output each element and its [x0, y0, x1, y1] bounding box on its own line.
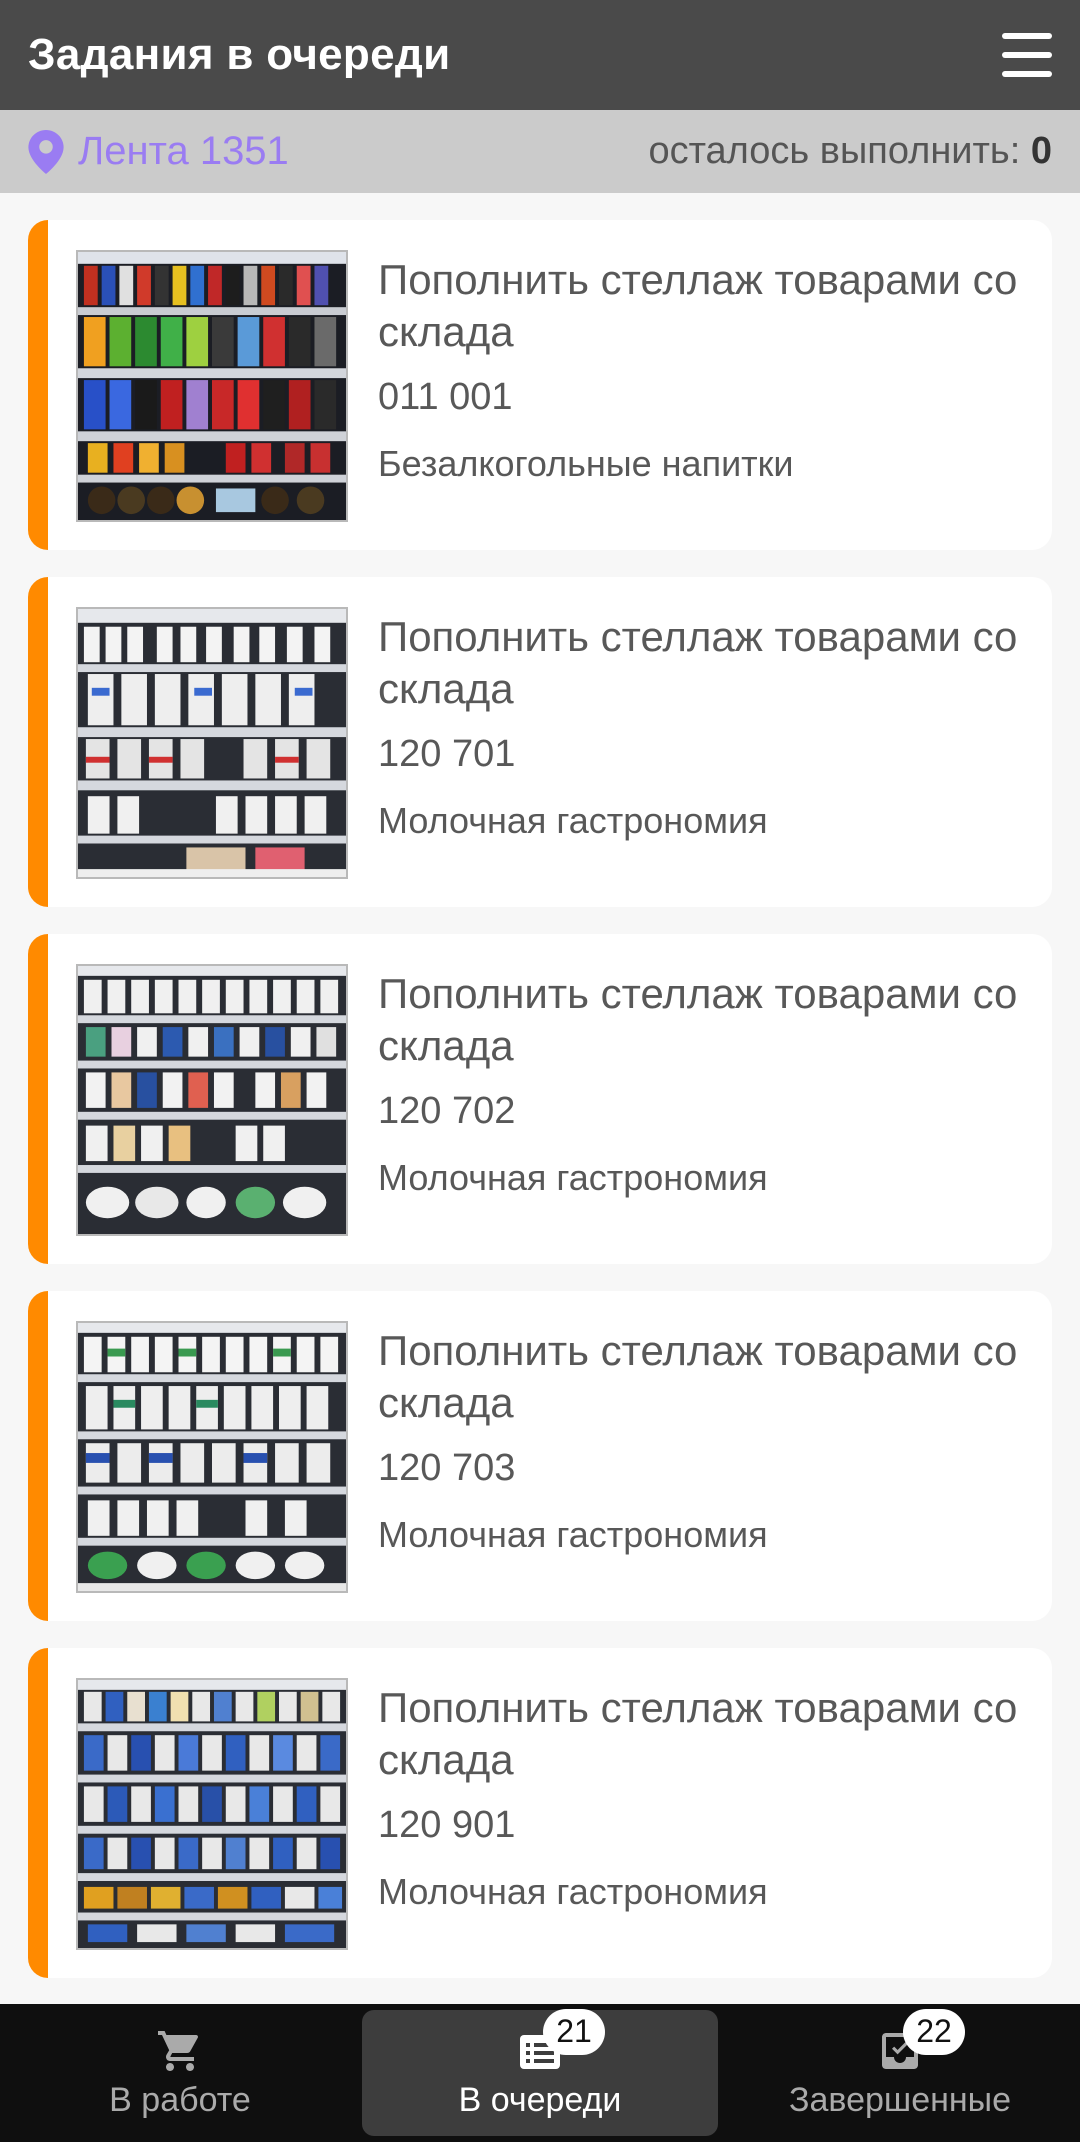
list-icon-wrap: 21 — [515, 2008, 605, 2075]
cart-icon — [158, 2030, 198, 2071]
task-category: Молочная гастрономия — [378, 1514, 768, 1555]
task-card[interactable]: Пополнить стеллаж товарами со склада 120… — [28, 577, 1052, 907]
shelf-photo — [76, 250, 348, 522]
task-details: Пополнить стеллаж товарами со склада 120… — [378, 611, 1022, 842]
location-pin-icon — [28, 129, 64, 174]
task-card[interactable]: Пополнить стеллаж товарами со склада 120… — [28, 1648, 1052, 1978]
tab-in-work[interactable]: В работе — [0, 2010, 360, 2136]
tab-label: В очереди — [458, 2080, 622, 2119]
task-card[interactable]: Пополнить стеллаж товарами со склада 011… — [28, 220, 1052, 550]
task-code: 120 702 — [378, 1090, 516, 1132]
tab-label: Завершенные — [788, 2080, 1012, 2119]
task-code: 120 901 — [378, 1804, 516, 1846]
task-category: Молочная гастрономия — [378, 1871, 768, 1912]
task-card[interactable]: Пополнить стеллаж товарами со склада 120… — [28, 1291, 1052, 1621]
hamburger-icon[interactable] — [1002, 33, 1052, 77]
task-category: Безалкогольные напитки — [378, 443, 794, 484]
tab-queued[interactable]: 21 В очереди — [362, 2008, 718, 2136]
task-code: 120 703 — [378, 1447, 516, 1489]
task-category: Молочная гастрономия — [378, 1157, 768, 1198]
bottom-navigation: В работе 21 В очереди 22 Завершенные — [0, 2004, 1080, 2142]
task-priority-bar — [28, 1648, 48, 1978]
remaining-tasks: осталось выполнить: 0 — [648, 130, 1052, 173]
task-code: 120 701 — [378, 733, 516, 775]
shelf-photo — [76, 1321, 348, 1593]
task-priority-bar — [28, 577, 48, 907]
task-title: Пополнить стеллаж товарами со склада — [378, 613, 1018, 712]
task-title: Пополнить стеллаж товарами со склада — [378, 1327, 1018, 1426]
task-details: Пополнить стеллаж товарами со склада 120… — [378, 1325, 1022, 1556]
queued-count-badge: 21 — [543, 2008, 605, 2055]
task-priority-bar — [28, 1291, 48, 1621]
tab-label: В работе — [109, 2080, 251, 2119]
task-priority-bar — [28, 220, 48, 550]
store-bar: Лента 1351 осталось выполнить: 0 — [0, 110, 1080, 193]
shelf-photo — [76, 1678, 348, 1950]
task-details: Пополнить стеллаж товарами со склада 120… — [378, 968, 1022, 1199]
task-details: Пополнить стеллаж товарами со склада 011… — [378, 254, 1022, 485]
task-list: Пополнить стеллаж товарами со склада 011… — [28, 220, 1052, 2005]
task-details: Пополнить стеллаж товарами со склада 120… — [378, 1682, 1022, 1913]
remaining-count: 0 — [1030, 130, 1052, 172]
cart-icon-wrap — [155, 2027, 205, 2075]
shelf-photo — [76, 607, 348, 879]
task-code: 011 001 — [378, 376, 513, 418]
done-count-badge: 22 — [903, 2008, 965, 2055]
task-title: Пополнить стеллаж товарами со склада — [378, 1684, 1018, 1783]
store-selector[interactable]: Лента 1351 — [28, 129, 289, 174]
shelf-photo — [76, 964, 348, 1236]
task-category: Молочная гастрономия — [378, 800, 768, 841]
remaining-label: осталось выполнить: — [648, 130, 1021, 172]
tab-done[interactable]: 22 Завершенные — [720, 2008, 1080, 2136]
app-header: Задания в очереди — [0, 0, 1080, 110]
task-priority-bar — [28, 934, 48, 1264]
task-card[interactable]: Пополнить стеллаж товарами со склада 120… — [28, 934, 1052, 1264]
task-title: Пополнить стеллаж товарами со склада — [378, 970, 1018, 1069]
task-title: Пополнить стеллаж товарами со склада — [378, 256, 1018, 355]
app-root: Задания в очереди Лента 1351 осталось вы… — [0, 0, 1080, 2142]
inbox-check-icon-wrap: 22 — [875, 2008, 965, 2075]
page-title: Задания в очереди — [28, 30, 451, 79]
store-name: Лента 1351 — [78, 129, 289, 173]
